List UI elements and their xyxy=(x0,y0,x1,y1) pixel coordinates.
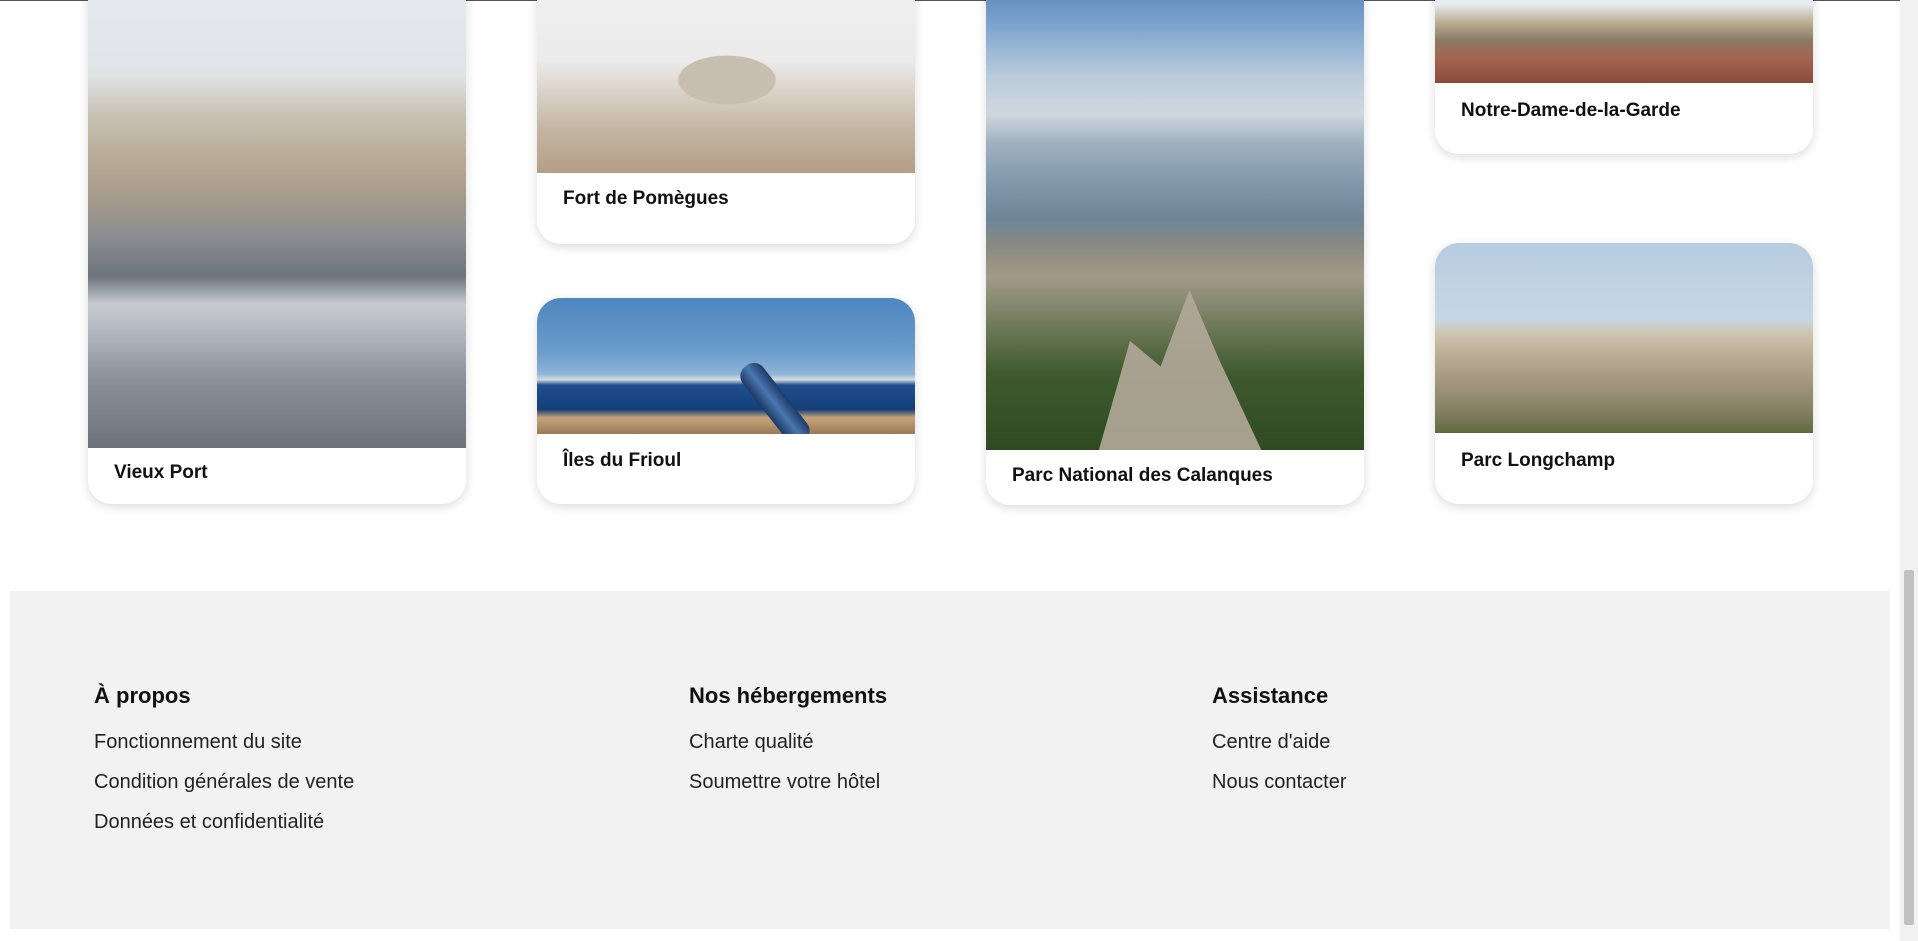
footer-heading-lodging: Nos hébergements xyxy=(689,683,888,708)
attraction-card-fort-de-pomegues[interactable]: Fort de Pomègues xyxy=(537,0,915,244)
footer-heading-about: À propos xyxy=(94,683,191,708)
page-scrollbar[interactable] xyxy=(1900,0,1918,941)
footer-link-contact[interactable]: Nous contacter xyxy=(1212,771,1347,794)
footer-link-privacy[interactable]: Données et confidentialité xyxy=(94,811,354,834)
card-title: Parc National des Calanques xyxy=(1012,465,1273,486)
notre-dame-image xyxy=(1435,0,1813,83)
attraction-card-parc-longchamp[interactable]: Parc Longchamp xyxy=(1435,243,1813,504)
card-title: Îles du Frioul xyxy=(563,450,682,471)
card-title: Vieux Port xyxy=(114,462,208,483)
footer-link-terms[interactable]: Condition générales de vente xyxy=(94,771,354,794)
footer-heading-support: Assistance xyxy=(1212,683,1329,708)
footer-link-quality-charter[interactable]: Charte qualité xyxy=(689,731,887,754)
card-title: Parc Longchamp xyxy=(1461,450,1616,471)
iles-du-frioul-image xyxy=(537,298,915,434)
attraction-card-iles-du-frioul[interactable]: Îles du Frioul xyxy=(537,298,915,504)
attraction-card-calanques[interactable]: Parc National des Calanques xyxy=(986,0,1364,505)
site-footer: À propos Fonctionnement du site Conditio… xyxy=(10,591,1890,929)
footer-link-help-center[interactable]: Centre d'aide xyxy=(1212,731,1347,754)
attraction-card-vieux-port[interactable]: Vieux Port xyxy=(88,0,466,504)
parc-longchamp-image xyxy=(1435,243,1813,433)
card-title: Fort de Pomègues xyxy=(563,188,729,209)
fort-de-pomegues-image xyxy=(537,0,915,173)
footer-link-submit-hotel[interactable]: Soumettre votre hôtel xyxy=(689,771,887,794)
scrollbar-thumb[interactable] xyxy=(1904,570,1914,925)
footer-col-support: Assistance Centre d'aide Nous contacter xyxy=(1212,683,1347,811)
footer-link-how-it-works[interactable]: Fonctionnement du site xyxy=(94,731,354,754)
attraction-card-notre-dame[interactable]: Notre-Dame-de-la-Garde xyxy=(1435,0,1813,154)
vieux-port-image xyxy=(88,0,466,448)
rock-shape xyxy=(1096,290,1266,450)
calanques-image xyxy=(986,0,1364,450)
card-title: Notre-Dame-de-la-Garde xyxy=(1461,100,1681,121)
telescope-shape xyxy=(735,358,815,434)
footer-col-about: À propos Fonctionnement du site Conditio… xyxy=(94,683,354,851)
footer-col-lodging: Nos hébergements Charte qualité Soumettr… xyxy=(689,683,887,811)
